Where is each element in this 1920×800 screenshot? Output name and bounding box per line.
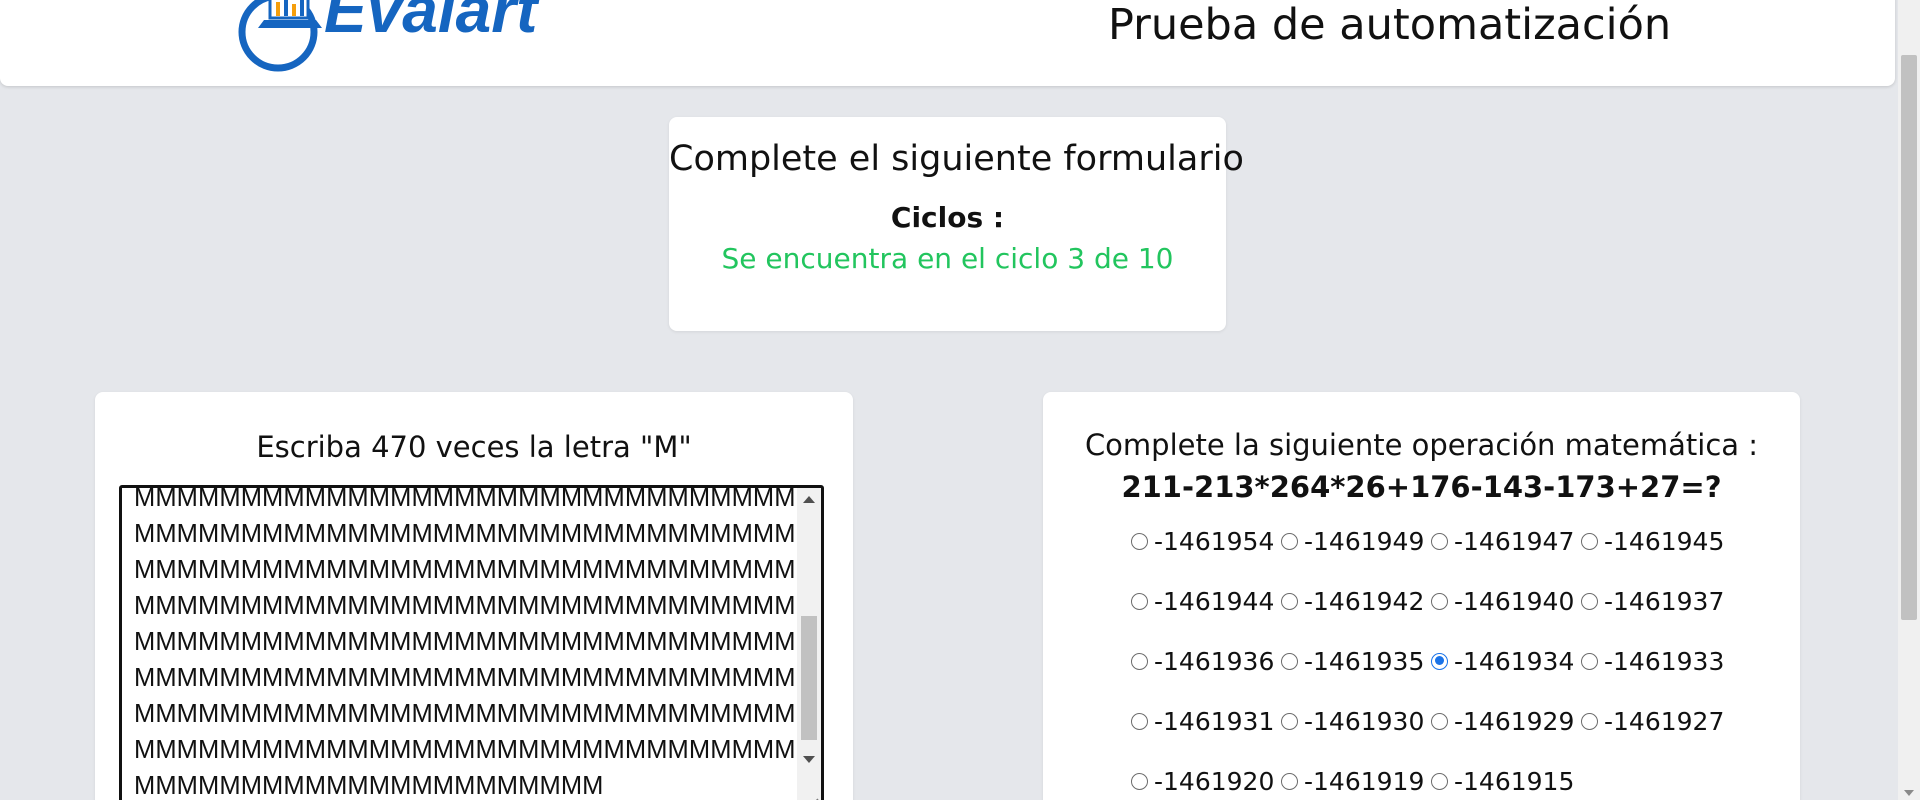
radio-button[interactable] xyxy=(1581,592,1598,610)
radio-button[interactable] xyxy=(1581,652,1598,670)
radio-button[interactable] xyxy=(1281,532,1298,550)
radio-button[interactable] xyxy=(1431,772,1448,790)
svg-text:Evalart: Evalart xyxy=(324,0,540,46)
answer-option[interactable]: -1461930 xyxy=(1281,702,1431,740)
textarea-line: MMMMMMMMMMMMMMMMMMMMMMMMMMMMMMMM xyxy=(134,520,817,548)
page-title: Prueba de automatización xyxy=(1108,0,1672,50)
math-expression: 211-213*264*26+176-143-173+27=? xyxy=(1121,470,1722,504)
header-bar: Evalart Prueba de automatización xyxy=(0,0,1895,86)
answer-option[interactable]: -1461931 xyxy=(1131,702,1281,740)
answer-option[interactable]: -1461954 xyxy=(1131,522,1281,560)
answer-option-label: -1461930 xyxy=(1304,706,1425,736)
cycle-status: Se encuentra en el ciclo 3 de 10 xyxy=(721,242,1174,275)
radio-button[interactable] xyxy=(1431,712,1448,730)
radio-button[interactable] xyxy=(1131,712,1148,730)
answer-option-label: -1461942 xyxy=(1304,586,1425,616)
scroll-down-arrow-icon[interactable] xyxy=(1904,790,1914,796)
page-scrollbar-thumb[interactable] xyxy=(1901,55,1917,620)
textarea-line: MMMMMMMMMMMMMMMMMMMMMMMMMMMMMMMM xyxy=(134,664,817,692)
answer-option-label: -1461931 xyxy=(1154,706,1275,736)
letters-textarea[interactable]: MMMMMMMMMMMMMMMMMMMMMMMMMMMMMMMM MMMMMMMM… xyxy=(119,485,824,800)
radio-button[interactable] xyxy=(1431,532,1448,550)
scroll-up-arrow-icon[interactable] xyxy=(803,496,815,503)
radio-button[interactable] xyxy=(1431,592,1448,610)
radio-button[interactable] xyxy=(1281,592,1298,610)
textarea-scrollbar[interactable] xyxy=(797,488,821,800)
answer-options: -1461954 -1461949 -1461947 -1461945 -1461944… xyxy=(1131,522,1751,800)
answer-option-label: -1461954 xyxy=(1154,526,1275,556)
cycles-card: Complete el siguiente formulario Ciclos … xyxy=(669,117,1244,331)
answer-option[interactable]: -1461936 xyxy=(1131,642,1281,680)
answer-option-label: -1461919 xyxy=(1304,766,1425,796)
textarea-line: MMMMMMMMMMMMMMMMMMMMMMMMMMMMMMMM xyxy=(134,556,817,584)
answer-option[interactable]: -1461927 xyxy=(1581,702,1731,740)
textarea-line: MMMMMMMMMMMMMMMMMMMMMMMMMMMMMMMM xyxy=(134,592,817,620)
answer-option-label: -1461915 xyxy=(1454,766,1575,796)
answer-option-label: -1461934 xyxy=(1454,646,1575,676)
answer-option-label: -1461933 xyxy=(1604,646,1725,676)
radio-button[interactable] xyxy=(1131,652,1148,670)
evalart-logo: Evalart xyxy=(238,0,540,72)
page: Evalart Prueba de automatización Complet… xyxy=(0,0,1920,800)
scroll-down-arrow-icon[interactable] xyxy=(803,756,815,763)
answer-option[interactable]: -1461919 xyxy=(1281,762,1431,800)
answer-option[interactable]: -1461935 xyxy=(1281,642,1431,680)
answer-option[interactable]: -1461934 xyxy=(1431,642,1581,680)
page-scrollbar[interactable] xyxy=(1898,0,1920,800)
textarea-line: MMMMMMMMMMMMMMMMMMMMMMMMMMMMMMMM xyxy=(134,485,817,512)
radio-button[interactable] xyxy=(1281,652,1298,670)
answer-option[interactable]: -1461942 xyxy=(1281,582,1431,620)
answer-option-label: -1461935 xyxy=(1304,646,1425,676)
answer-option-label: -1461945 xyxy=(1604,526,1725,556)
math-card: Complete la siguiente operación matemáti… xyxy=(1043,392,1800,800)
textarea-line: MMMMMMMMMMMMMMMMMMMMMM xyxy=(134,772,604,800)
answer-option-label: -1461927 xyxy=(1604,706,1725,736)
textarea-scrollbar-thumb[interactable] xyxy=(801,616,817,740)
answer-option-label: -1461944 xyxy=(1154,586,1275,616)
answer-option[interactable]: -1461949 xyxy=(1281,522,1431,560)
answer-option-label: -1461947 xyxy=(1454,526,1575,556)
answer-option[interactable]: -1461947 xyxy=(1431,522,1581,560)
math-prompt: Complete la siguiente operación matemáti… xyxy=(1084,428,1759,462)
answer-option-label: -1461936 xyxy=(1154,646,1275,676)
textarea-line: MMMMMMMMMMMMMMMMMMMMMMMMMMMMMMMM xyxy=(134,628,817,656)
answer-option-label: -1461929 xyxy=(1454,706,1575,736)
letters-textarea-content[interactable]: MMMMMMMMMMMMMMMMMMMMMMMMMMMMMMMM MMMMMMMM… xyxy=(134,485,817,800)
radio-button[interactable] xyxy=(1581,712,1598,730)
letters-prompt: Escriba 470 veces la letra "M" xyxy=(256,430,692,464)
textarea-line: MMMMMMMMMMMMMMMMMMMMMMMMMMMMMMMM xyxy=(134,736,817,764)
form-heading: Complete el siguiente formulario xyxy=(669,139,1244,179)
cycles-label: Ciclos : xyxy=(890,201,1005,234)
answer-option[interactable]: -1461944 xyxy=(1131,582,1281,620)
answer-option-label: -1461920 xyxy=(1154,766,1275,796)
answer-option[interactable]: -1461940 xyxy=(1431,582,1581,620)
radio-button[interactable] xyxy=(1131,592,1148,610)
answer-option[interactable]: -1461945 xyxy=(1581,522,1731,560)
radio-button[interactable] xyxy=(1431,652,1448,670)
answer-option-label: -1461937 xyxy=(1604,586,1725,616)
answer-option[interactable]: -1461933 xyxy=(1581,642,1731,680)
answer-option[interactable]: -1461915 xyxy=(1431,762,1581,800)
answer-option[interactable]: -1461929 xyxy=(1431,702,1581,740)
answer-option[interactable]: -1461937 xyxy=(1581,582,1731,620)
radio-button[interactable] xyxy=(1131,532,1148,550)
letters-card: Escriba 470 veces la letra "M" MMMMMMMMM… xyxy=(95,392,853,800)
answer-option[interactable]: -1461920 xyxy=(1131,762,1281,800)
resize-handle-icon[interactable] xyxy=(805,796,819,800)
radio-button[interactable] xyxy=(1581,532,1598,550)
textarea-line: MMMMMMMMMMMMMMMMMMMMMMMMMMMMMMMM xyxy=(134,700,817,728)
answer-option-label: -1461949 xyxy=(1304,526,1425,556)
radio-button[interactable] xyxy=(1281,712,1298,730)
radio-button[interactable] xyxy=(1131,772,1148,790)
radio-button[interactable] xyxy=(1281,772,1298,790)
answer-option-label: -1461940 xyxy=(1454,586,1575,616)
